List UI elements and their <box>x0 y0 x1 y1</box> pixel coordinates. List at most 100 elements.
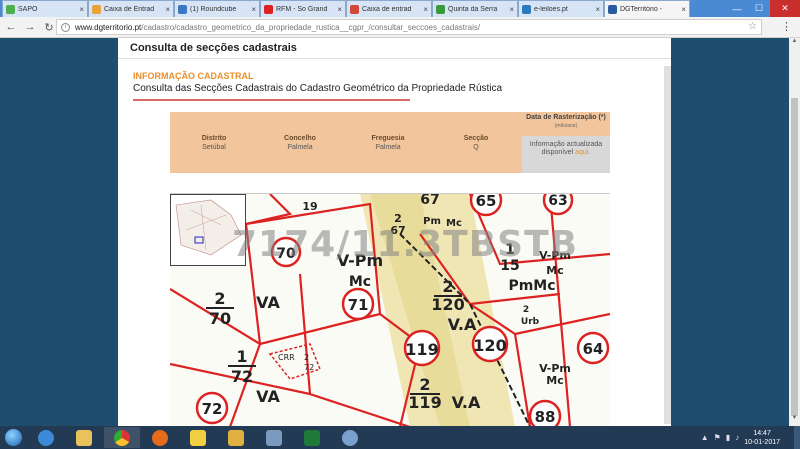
tab-close-icon[interactable]: × <box>595 5 600 14</box>
back-icon[interactable]: ← <box>3 19 19 35</box>
cadastral-map[interactable]: 65 70 71 119 120 64 72 88 63 67 2 70 VA … <box>170 193 610 426</box>
tray-volume-icon[interactable]: ♪ <box>735 433 739 442</box>
tab-close-icon[interactable]: × <box>165 5 170 14</box>
map-label: 2 <box>523 305 529 315</box>
tab-close-icon[interactable]: × <box>509 5 514 14</box>
tab-label: DGTerritório - <box>620 5 663 13</box>
tab-close-icon[interactable]: × <box>337 5 342 14</box>
tab-5[interactable]: Quinta da Serra × <box>432 0 518 17</box>
tab-6[interactable]: e-leiloes.pt × <box>518 0 604 17</box>
tab-label: RFM - So Grand <box>276 5 328 13</box>
tab-label: Caixa de Entrad <box>104 5 155 13</box>
notes-taskbar-icon[interactable] <box>180 427 216 448</box>
map-label: 72 <box>304 363 314 372</box>
map-label: 1 <box>236 347 247 366</box>
map-label: V.A <box>448 315 477 334</box>
info-icon[interactable]: i <box>61 22 70 32</box>
forward-icon[interactable]: → <box>22 19 38 35</box>
map-label: Mc <box>546 374 563 387</box>
tab-label: SAPO <box>18 5 38 13</box>
folder-taskbar-icon[interactable] <box>218 427 254 448</box>
browser-viewport: Consulta de secções cadastrais INFORMAÇÃ… <box>0 38 800 426</box>
url-input[interactable]: i www.dgterritorio.pt /cadastro/cadastro… <box>56 19 762 35</box>
browser-menu-icon[interactable]: ⋮ <box>781 20 792 33</box>
raster-header: Data de Rasterização (*) (mês/ano) <box>522 112 610 136</box>
map-label: 2 <box>214 289 225 308</box>
raster-info: Informação actualizada disponível aqui. <box>522 136 610 173</box>
excel-taskbar-icon[interactable] <box>294 427 330 448</box>
show-desktop-button[interactable] <box>794 426 800 449</box>
map-label: 70 <box>209 309 231 328</box>
col-header: Secção <box>463 135 489 142</box>
scroll-down-icon[interactable]: ▼ <box>789 415 800 426</box>
network-taskbar-icon[interactable] <box>256 427 292 448</box>
map-label: 2 <box>419 375 430 394</box>
page-scrollbar[interactable]: ▲ ▼ <box>789 38 800 426</box>
clock-time: 14:47 <box>753 429 771 437</box>
firefox-taskbar-icon[interactable] <box>142 427 178 448</box>
clock-date: 10-01-2017 <box>744 438 780 446</box>
map-label: 120 <box>431 295 464 314</box>
minimize-icon[interactable]: — <box>726 0 748 17</box>
tab-close-icon[interactable]: × <box>251 5 256 14</box>
url-path: /cadastro/cadastro_geometrico_da_proprie… <box>141 22 481 32</box>
map-label: 2 <box>304 353 309 362</box>
tab-3[interactable]: RFM - So Grand × <box>260 0 346 17</box>
app-taskbar-icon[interactable] <box>332 427 368 448</box>
map-label: 65 <box>476 194 497 210</box>
address-bar-row: ← → ↻ i www.dgterritorio.pt /cadastro/ca… <box>0 17 800 38</box>
reload-icon[interactable]: ↻ <box>41 19 57 35</box>
ie-taskbar-icon[interactable] <box>28 427 64 448</box>
map-label: 2 <box>442 277 453 296</box>
page-side-strip <box>664 66 671 424</box>
tab-label: Quinta da Serra <box>448 5 498 13</box>
map-label: 88 <box>535 408 556 426</box>
tab-label: (1) Roundcube <box>190 5 237 13</box>
explorer-taskbar-icon[interactable] <box>66 427 102 448</box>
map-label: 72 <box>202 400 223 418</box>
url-host: www.dgterritorio.pt <box>75 22 142 32</box>
tray-flag-icon[interactable]: ⚑ <box>714 433 721 442</box>
bookmark-star-icon[interactable]: ☆ <box>748 21 757 32</box>
tab-0[interactable]: SAPO × <box>2 0 88 17</box>
map-label: 71 <box>348 296 369 314</box>
raster-header-label: Data de Rasterização (*) <box>526 114 606 121</box>
tab-4[interactable]: Caixa de entrad × <box>346 0 432 17</box>
tray-network-icon[interactable]: ▮ <box>726 433 730 442</box>
map-label: 64 <box>583 340 604 358</box>
col-value: Palmela <box>375 144 401 151</box>
tray-expand-icon[interactable]: ▲ <box>701 433 709 442</box>
map-label: VA <box>256 293 280 312</box>
tab-close-icon[interactable]: × <box>423 5 428 14</box>
taskbar-clock[interactable]: 14:47 10-01-2017 <box>744 429 780 447</box>
raster-text: Informação actualizada disponível <box>529 141 603 156</box>
scroll-up-icon[interactable]: ▲ <box>789 38 800 49</box>
maximize-icon[interactable]: ☐ <box>748 0 770 17</box>
scroll-thumb[interactable] <box>791 98 798 416</box>
favicon-icon <box>522 4 531 14</box>
chrome-taskbar-icon[interactable] <box>104 427 140 448</box>
tab-7[interactable]: DGTerritório - × <box>604 0 690 17</box>
raster-link[interactable]: aqui. <box>575 149 590 156</box>
tab-label: Caixa de entrad <box>362 5 412 13</box>
col-freguesia: Freguesia Palmela <box>358 134 418 152</box>
map-label: 19 <box>302 200 317 213</box>
favicon-icon <box>264 4 273 14</box>
tab-1[interactable]: Caixa de Entrad × <box>88 0 174 17</box>
favicon-icon <box>350 4 359 14</box>
tab-2[interactable]: (1) Roundcube × <box>174 0 260 17</box>
tab-label: e-leiloes.pt <box>534 5 568 13</box>
browser-tab-bar: SAPO × Caixa de Entrad × (1) Roundcube × RFM -… <box>0 0 800 17</box>
tab-close-icon[interactable]: × <box>681 5 686 14</box>
close-window-icon[interactable]: ✕ <box>770 0 800 17</box>
tab-close-icon[interactable]: × <box>79 5 84 14</box>
col-seccao: Secção Q <box>446 134 506 152</box>
watermark: 7174/11.3TBSTB <box>232 224 579 265</box>
favicon-icon <box>6 4 15 14</box>
start-button[interactable] <box>0 426 26 449</box>
map-label: Urb <box>521 317 540 327</box>
col-header: Freguesia <box>371 135 405 142</box>
map-label: 72 <box>231 367 253 386</box>
divider <box>133 99 410 101</box>
raster-header-sub: (mês/ano) <box>554 123 578 129</box>
